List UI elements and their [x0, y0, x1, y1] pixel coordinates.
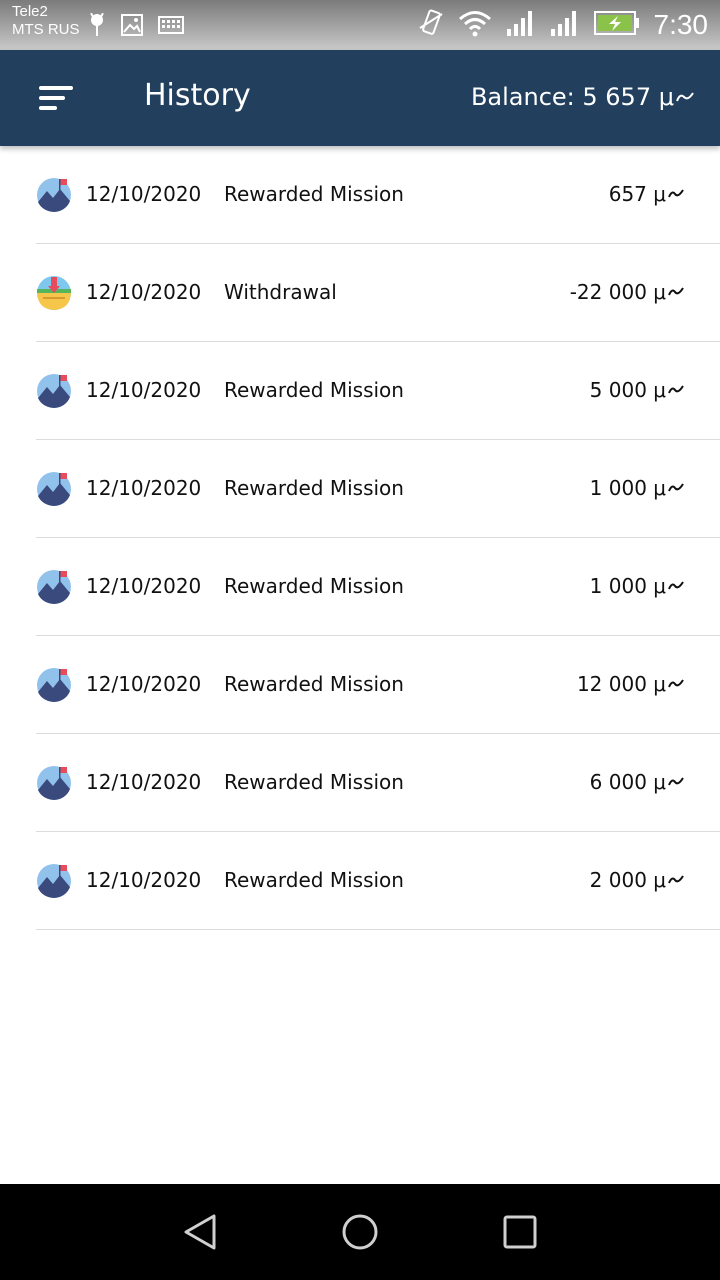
row-type: Rewarded Mission [224, 574, 404, 598]
mission-icon [37, 668, 71, 702]
tilde-mark-icon [676, 92, 694, 102]
history-row[interactable]: 12/10/2020 Rewarded Mission 12 000 μ [36, 636, 720, 734]
withdrawal-icon [37, 276, 71, 310]
carrier-2: MTS RUS [12, 21, 80, 38]
row-type: Rewarded Mission [224, 868, 404, 892]
row-type: Rewarded Mission [224, 378, 404, 402]
row-date: 12/10/2020 [86, 280, 202, 304]
status-bar: Tele2 MTS RUS 7:30 [0, 0, 720, 50]
tilde-mark-icon [668, 777, 684, 786]
mission-icon [37, 570, 71, 604]
recents-button[interactable] [440, 1184, 600, 1280]
back-button[interactable] [120, 1184, 280, 1280]
navigation-bar [0, 1184, 720, 1280]
history-row[interactable]: 12/10/2020 Rewarded Mission 5 000 μ [36, 342, 720, 440]
mission-icon [37, 374, 71, 408]
recents-icon [503, 1215, 537, 1249]
row-amount: 6 000 μ [590, 734, 684, 830]
notification-icons [88, 12, 184, 42]
sort-menu-icon [39, 86, 73, 110]
tilde-mark-icon [668, 189, 684, 198]
row-amount: 5 000 μ [590, 342, 684, 438]
row-type: Rewarded Mission [224, 672, 404, 696]
tilde-mark-icon [668, 385, 684, 394]
history-row[interactable]: 12/10/2020 Rewarded Mission 6 000 μ [36, 734, 720, 832]
row-amount: 657 μ [609, 146, 684, 242]
row-date: 12/10/2020 [86, 868, 202, 892]
mission-icon [37, 864, 71, 898]
balance-display: Balance: 5 657 μ [471, 78, 694, 116]
row-amount: 12 000 μ [577, 636, 684, 732]
row-amount: 1 000 μ [590, 440, 684, 536]
history-row[interactable]: 12/10/2020 Rewarded Mission 1 000 μ [36, 538, 720, 636]
android-debug-icon [88, 12, 106, 42]
back-icon [184, 1214, 216, 1250]
gallery-icon [120, 13, 144, 41]
battery-charging-icon [593, 11, 640, 39]
history-row[interactable]: 12/10/2020 Rewarded Mission 1 000 μ [36, 440, 720, 538]
page-title: History [144, 78, 251, 113]
row-amount: 1 000 μ [590, 538, 684, 634]
home-icon [342, 1214, 378, 1250]
tilde-mark-icon [668, 679, 684, 688]
signal-icon [550, 9, 580, 41]
row-date: 12/10/2020 [86, 574, 202, 598]
row-amount-value: 2 000 μ [589, 868, 666, 892]
vibrate-icon [418, 8, 444, 42]
row-date: 12/10/2020 [86, 182, 202, 206]
row-type: Rewarded Mission [224, 770, 404, 794]
row-amount: -22 000 μ [570, 244, 684, 340]
wifi-icon [458, 9, 492, 41]
carrier-labels: Tele2 MTS RUS [12, 3, 80, 39]
row-type: Rewarded Mission [224, 182, 404, 206]
row-type: Rewarded Mission [224, 476, 404, 500]
mission-icon [37, 178, 71, 212]
keyboard-icon [158, 15, 184, 39]
tilde-mark-icon [668, 483, 684, 492]
menu-button[interactable] [30, 76, 82, 120]
app-bar: History Balance: 5 657 μ [0, 50, 720, 146]
row-date: 12/10/2020 [86, 476, 202, 500]
row-date: 12/10/2020 [86, 770, 202, 794]
carrier-1: Tele2 [12, 3, 48, 20]
row-amount: 2 000 μ [590, 832, 684, 928]
tilde-mark-icon [668, 287, 684, 296]
signal-icon [506, 9, 536, 41]
row-amount-value: 6 000 μ [589, 770, 666, 794]
row-amount-value: 12 000 μ [576, 672, 666, 696]
row-amount-value: -22 000 μ [569, 280, 666, 304]
history-row[interactable]: 12/10/2020 Withdrawal -22 000 μ [36, 244, 720, 342]
history-list: 12/10/2020 Rewarded Mission 657 μ 12/10/… [0, 146, 720, 930]
clock: 7:30 [653, 9, 709, 40]
home-button[interactable] [280, 1184, 440, 1280]
row-amount-value: 5 000 μ [589, 378, 666, 402]
row-amount-value: 1 000 μ [589, 574, 666, 598]
row-date: 12/10/2020 [86, 378, 202, 402]
mission-icon [37, 766, 71, 800]
tilde-mark-icon [668, 875, 684, 884]
tilde-mark-icon [668, 581, 684, 590]
system-icons: 7:30 [418, 8, 709, 42]
row-date: 12/10/2020 [86, 672, 202, 696]
mission-icon [37, 472, 71, 506]
history-row[interactable]: 12/10/2020 Rewarded Mission 657 μ [36, 146, 720, 244]
history-row[interactable]: 12/10/2020 Rewarded Mission 2 000 μ [36, 832, 720, 930]
row-type: Withdrawal [224, 280, 337, 304]
row-amount-value: 657 μ [608, 182, 666, 206]
row-amount-value: 1 000 μ [589, 476, 666, 500]
balance-label: Balance: 5 657 μ [470, 83, 674, 111]
